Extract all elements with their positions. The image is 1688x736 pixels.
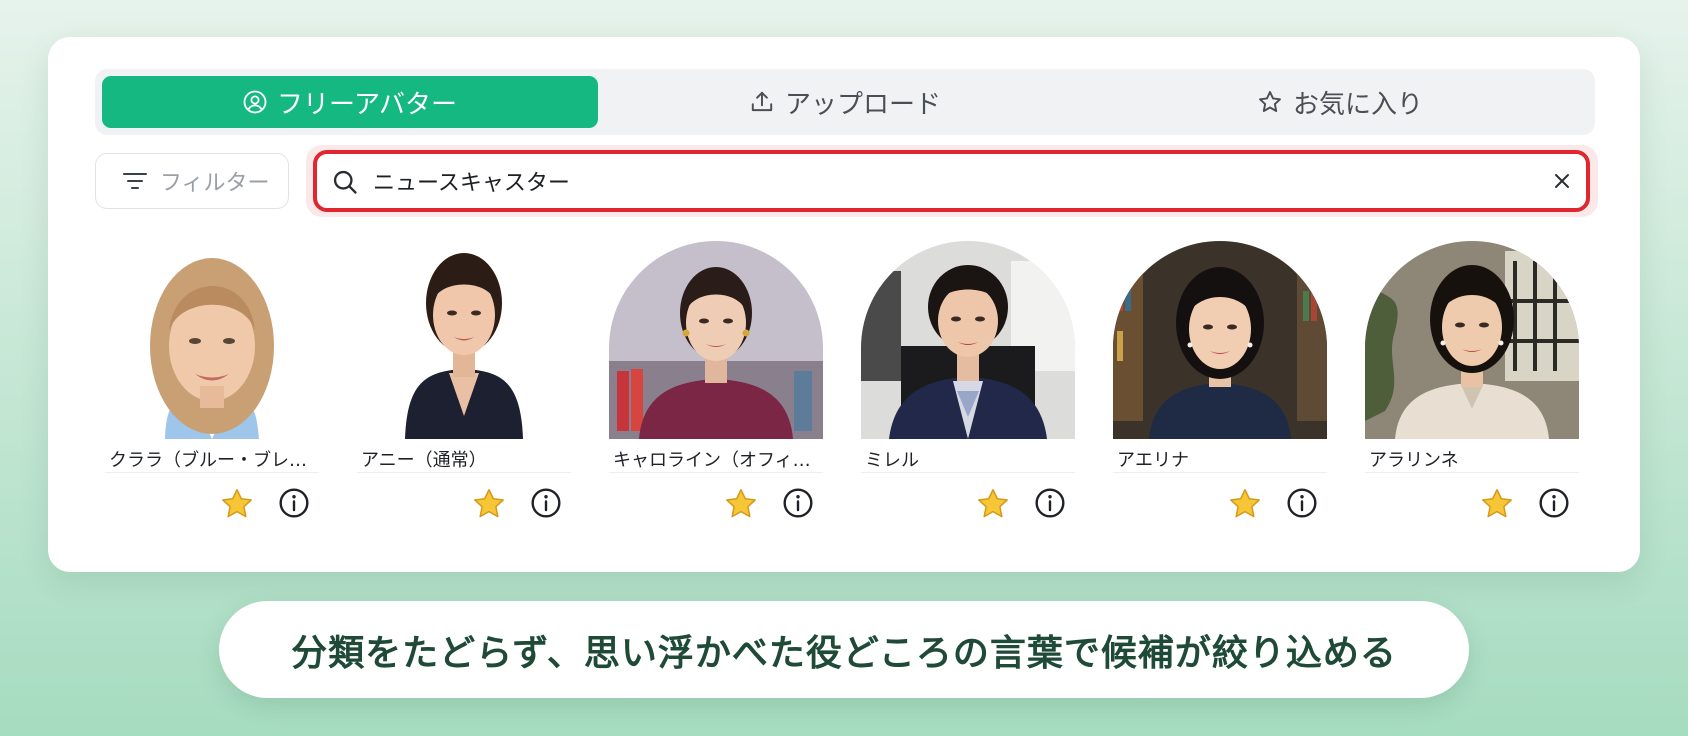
avatar-card[interactable]: キャロライン（オフィ… [609,241,823,521]
star-outline-icon [1259,91,1281,112]
info-icon[interactable] [1538,487,1570,519]
tab-bar: フリーアバター アップロード お気に入り [95,69,1595,135]
divider [609,472,823,473]
info-icon[interactable] [782,487,814,519]
caption-banner: 分類をたどらず、思い浮かべた役どころの言葉で候補が絞り込める [219,601,1469,698]
tab-upload[interactable]: アップロード [597,76,1093,128]
avatar-card[interactable]: クララ（ブルー・ブレ… [105,241,319,521]
filter-icon [123,173,147,189]
avatar-name: ミレル [865,450,919,471]
favorite-star-icon[interactable] [219,486,255,522]
avatar-image [1113,241,1327,439]
favorite-star-icon[interactable] [723,486,759,522]
close-icon[interactable] [1552,171,1572,191]
avatar-name: キャロライン（オフィ… [613,450,811,471]
search-icon [333,170,357,194]
tab-upload-label: アップロード [784,89,941,120]
divider [105,472,319,473]
tab-favorites-label: お気に入り [1292,89,1423,120]
search-field[interactable] [313,150,1590,212]
avatar-picker-panel: フリーアバター アップロード お気に入り フィルター ニュースキャスター クララ… [48,37,1640,572]
avatar-card[interactable]: アニー（通常） [357,241,571,521]
avatar-name: アラリンネ [1369,450,1459,471]
user-circle-icon [243,90,267,114]
avatar-name: クララ（ブルー・ブレ… [109,450,307,471]
avatar-card[interactable]: ミレル [861,241,1075,521]
avatar-image [1365,241,1579,439]
avatar-image [105,241,319,439]
favorite-star-icon[interactable] [471,486,507,522]
avatar-image [609,241,823,439]
tab-free-avatar-label: フリーアバター [277,89,457,120]
info-icon[interactable] [1286,487,1318,519]
tab-favorites[interactable]: お気に入り [1092,76,1588,128]
search-input[interactable] [373,162,1513,200]
avatar-name: アエリナ [1117,450,1189,471]
divider [861,472,1075,473]
divider [1113,472,1327,473]
filter-button[interactable]: フィルター [95,153,289,209]
avatar-image [357,241,571,439]
avatar-name: アニー（通常） [361,450,487,471]
tab-free-avatar[interactable]: フリーアバター [102,76,598,128]
info-icon[interactable] [530,487,562,519]
divider [357,472,571,473]
divider [1365,472,1579,473]
avatar-card[interactable]: アエリナ [1113,241,1327,521]
favorite-star-icon[interactable] [975,486,1011,522]
upload-icon [751,91,773,112]
filter-label: フィルター [160,171,270,196]
info-icon[interactable] [1034,487,1066,519]
favorite-star-icon[interactable] [1479,486,1515,522]
favorite-star-icon[interactable] [1227,486,1263,522]
avatar-card[interactable]: アラリンネ [1365,241,1579,521]
avatar-image [861,241,1075,439]
info-icon[interactable] [278,487,310,519]
